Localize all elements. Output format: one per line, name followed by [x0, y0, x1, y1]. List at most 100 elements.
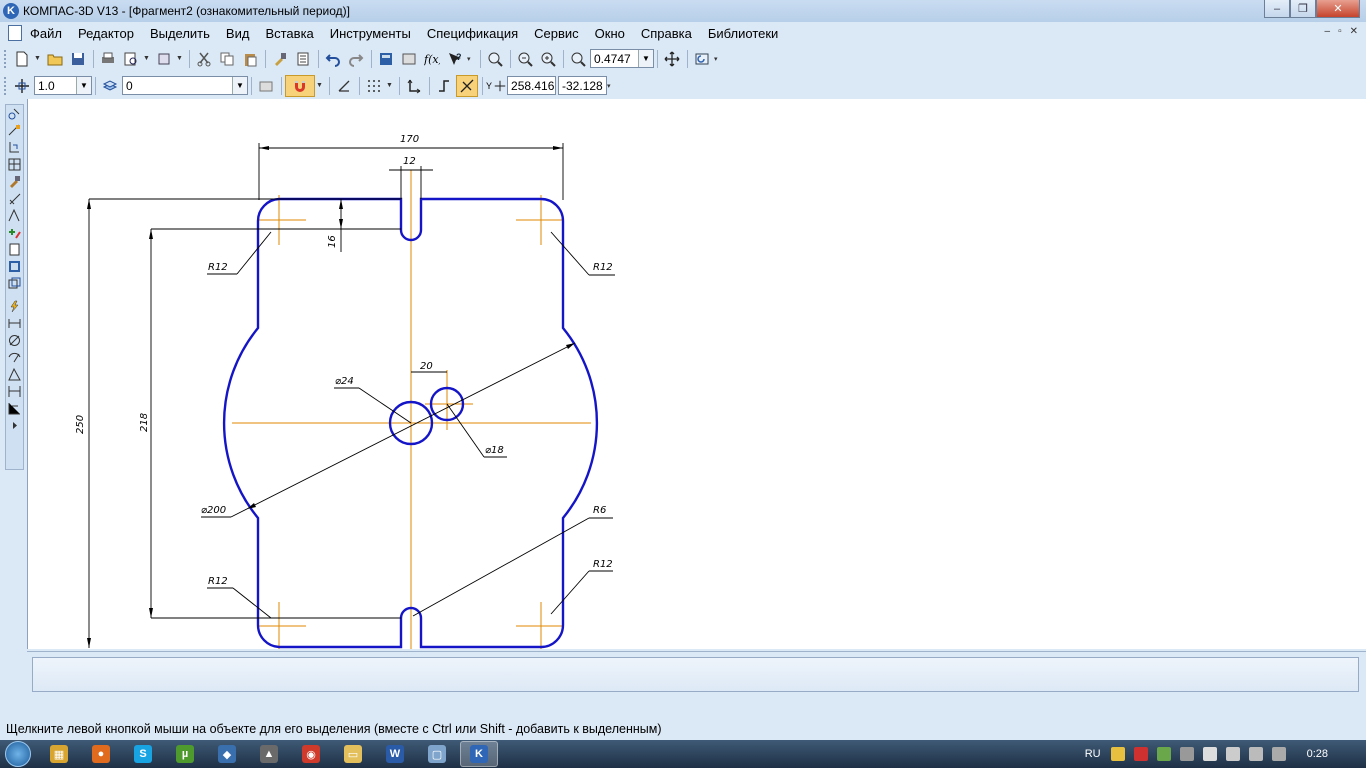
zoom-scale-icon[interactable]	[567, 48, 589, 70]
symbols-icon[interactable]	[6, 139, 23, 156]
manager-icon[interactable]	[375, 48, 397, 70]
refresh-icon[interactable]	[691, 48, 713, 70]
grid-dropdown-icon[interactable]: ▼	[386, 82, 393, 89]
lightning-icon[interactable]	[6, 298, 23, 315]
chain-dim-icon[interactable]	[6, 400, 23, 417]
snap-dropdown-icon[interactable]: ▼	[316, 82, 323, 89]
properties-dropdown-icon[interactable]: ▼	[176, 55, 183, 62]
taskbar-app-button[interactable]: ◆	[208, 741, 246, 767]
step-combo[interactable]: 1.0 ▼	[34, 76, 92, 95]
menu-view[interactable]: Вид	[226, 26, 250, 41]
save-icon[interactable]	[67, 48, 89, 70]
start-button[interactable]	[0, 740, 36, 768]
taskbar-app-button[interactable]: ▲	[250, 741, 288, 767]
menu-service[interactable]: Сервис	[534, 26, 579, 41]
taskbar-app-button[interactable]: ▢	[418, 741, 456, 767]
taskbar-app-button[interactable]: ◉	[292, 741, 330, 767]
tray-volume-icon[interactable]	[1225, 747, 1240, 761]
properties-icon[interactable]	[153, 48, 175, 70]
menu-help[interactable]: Справка	[641, 26, 692, 41]
spec-icon[interactable]	[6, 224, 23, 241]
undo-icon[interactable]	[322, 48, 344, 70]
menu-insert[interactable]: Вставка	[265, 26, 313, 41]
diameter-icon[interactable]	[6, 332, 23, 349]
doc-close-button[interactable]: ✕	[1350, 26, 1358, 37]
linear-dim-icon[interactable]	[6, 315, 23, 332]
print-icon[interactable]	[97, 48, 119, 70]
close-button[interactable]: ✕	[1316, 0, 1360, 18]
taskbar-app-button[interactable]: S	[124, 741, 162, 767]
layer-combo[interactable]: 0 ▼	[122, 76, 248, 95]
grid-icon[interactable]	[363, 75, 385, 97]
drawing-svg[interactable]: 170 12 16 250 218 20 R12 R12 ⌀24 ⌀18 ⌀20…	[28, 99, 1366, 649]
menu-file[interactable]: Файл	[30, 26, 62, 41]
menu-libraries[interactable]: Библиотеки	[708, 26, 778, 41]
zoom-icon[interactable]	[514, 48, 536, 70]
layer-icon[interactable]	[99, 75, 121, 97]
toolbar2-overflow-icon[interactable]: ▾	[607, 82, 614, 90]
toolbar1-overflow-icon[interactable]: ▾	[467, 55, 474, 63]
variables-icon[interactable]	[398, 48, 420, 70]
local-cs-icon[interactable]	[333, 75, 355, 97]
new-document-icon[interactable]	[11, 48, 33, 70]
tray-power-icon[interactable]	[1271, 747, 1286, 761]
taskbar-app-button[interactable]: K	[460, 741, 498, 767]
radius-icon[interactable]	[6, 349, 23, 366]
tray-antivirus-icon[interactable]	[1133, 747, 1148, 761]
menu-tools[interactable]: Инструменты	[330, 26, 411, 41]
edit-icon[interactable]	[6, 156, 23, 173]
toolbar-grip[interactable]	[4, 49, 7, 68]
ortho-icon[interactable]	[433, 75, 455, 97]
taskbar-app-button[interactable]: W	[376, 741, 414, 767]
zoom-combo[interactable]: 0.4747 ▼	[590, 49, 654, 68]
function-icon[interactable]: f(x)	[421, 48, 443, 70]
toolbar2-grip[interactable]	[4, 76, 7, 95]
open-folder-icon[interactable]	[44, 48, 66, 70]
style-icon[interactable]	[255, 75, 277, 97]
list-icon[interactable]	[292, 48, 314, 70]
property-panel[interactable]	[32, 657, 1359, 692]
paste-icon[interactable]	[239, 48, 261, 70]
fragments-icon[interactable]	[6, 275, 23, 292]
menu-editor[interactable]: Редактор	[78, 26, 134, 41]
cursor-step-icon[interactable]	[11, 75, 33, 97]
doc-minimize-button[interactable]: ‒	[1325, 26, 1331, 37]
coord-x-field[interactable]: 258.416	[507, 76, 557, 95]
taskbar-app-button[interactable]: ●	[82, 741, 120, 767]
format-brush-icon[interactable]	[269, 48, 291, 70]
copy-icon[interactable]	[216, 48, 238, 70]
zoom-out-icon[interactable]	[537, 48, 559, 70]
doc-restore-button[interactable]: ▫	[1338, 26, 1342, 37]
measure-icon[interactable]	[6, 190, 23, 207]
help-pointer-icon[interactable]: ?	[444, 48, 466, 70]
parametrization-icon[interactable]	[6, 173, 23, 190]
new-dropdown-icon[interactable]: ▼	[34, 55, 41, 62]
toolbar1b-overflow-icon[interactable]: ▾	[714, 55, 721, 63]
redo-icon[interactable]	[345, 48, 367, 70]
print-preview-icon[interactable]	[120, 48, 142, 70]
tray-nvidia-icon[interactable]	[1156, 747, 1171, 761]
select-icon[interactable]	[6, 207, 23, 224]
maximize-button[interactable]: ❐	[1290, 0, 1316, 18]
menu-window[interactable]: Окно	[595, 26, 625, 41]
preview-dropdown-icon[interactable]: ▼	[143, 55, 150, 62]
drawing-canvas[interactable]: 170 12 16 250 218 20 R12 R12 ⌀24 ⌀18 ⌀20…	[27, 99, 1366, 649]
coord-y-field[interactable]: -32.128	[558, 76, 608, 95]
tray-users-icon[interactable]	[1110, 747, 1125, 761]
geometry-icon[interactable]	[6, 105, 23, 122]
tray-network-icon[interactable]	[1248, 747, 1263, 761]
snap-magnet-icon[interactable]	[285, 74, 315, 97]
tray-flag-icon[interactable]	[1202, 747, 1217, 761]
tray-device-icon[interactable]	[1179, 747, 1194, 761]
menu-select[interactable]: Выделить	[150, 26, 210, 41]
cut-icon[interactable]	[193, 48, 215, 70]
menu-specification[interactable]: Спецификация	[427, 26, 518, 41]
break-dim-icon[interactable]	[6, 383, 23, 400]
document-icon[interactable]	[8, 25, 22, 41]
clock[interactable]: 0:28	[1307, 748, 1328, 760]
language-indicator[interactable]: RU	[1085, 748, 1101, 760]
angle-icon[interactable]	[6, 366, 23, 383]
round-off-icon[interactable]	[456, 74, 478, 97]
layer-dropdown-icon[interactable]: ▼	[232, 77, 247, 94]
minimize-button[interactable]: ‒	[1264, 0, 1290, 18]
